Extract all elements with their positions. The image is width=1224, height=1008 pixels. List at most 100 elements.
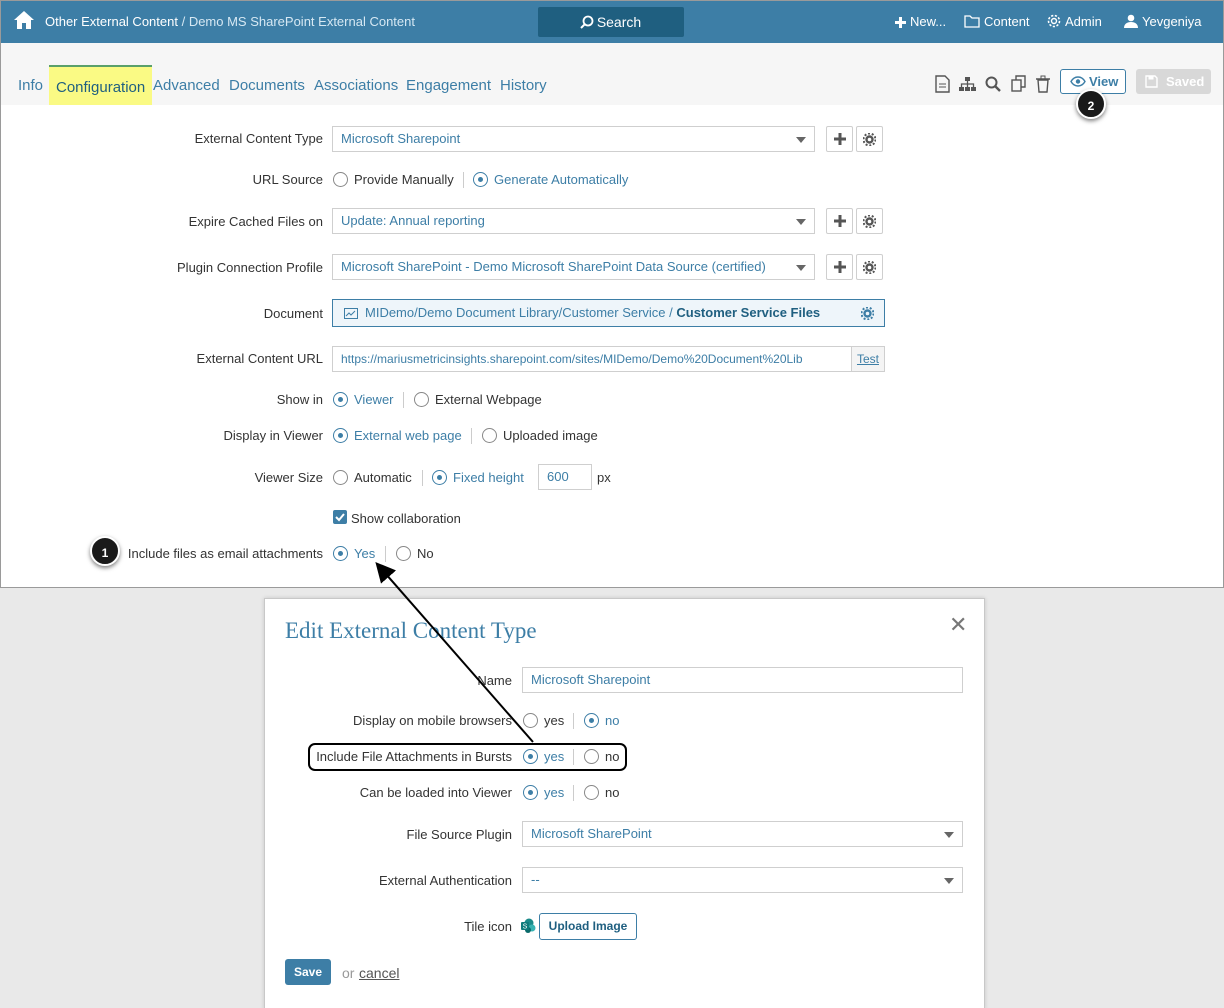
cancel-link[interactable]: cancel [359,965,399,981]
divider [403,392,404,408]
email-attachments-no-radio[interactable]: No [396,546,434,562]
tab-engagement[interactable]: Engagement [406,77,491,94]
bursts-yes-radio[interactable]: yes [523,749,564,765]
trash-icon[interactable] [1036,75,1050,93]
user-menu[interactable]: Yevgeniya [1124,14,1202,29]
saved-button[interactable]: Saved [1136,69,1211,94]
chevron-down-icon [944,878,954,884]
gear-icon [1047,14,1061,28]
expire-label: Expire Cached Files on [188,214,323,229]
document-name: Customer Service Files [676,305,821,320]
file-source-plugin-select[interactable]: Microsoft SharePoint [522,821,963,847]
display-uploaded-image-label: Uploaded image [503,428,598,443]
folder-icon [964,15,980,28]
search-icon[interactable] [985,75,1001,93]
admin-menu-label: Admin [1065,14,1102,29]
document-icon[interactable] [935,75,950,93]
home-icon[interactable] [13,10,35,30]
radio-icon [473,172,488,187]
mobile-browsers-no-label: no [605,713,620,728]
plugin-profile-settings-button[interactable] [856,254,883,280]
tab-info[interactable]: Info [18,77,43,94]
viewer-load-yes-radio[interactable]: yes [523,785,564,801]
display-uploaded-image-radio[interactable]: Uploaded image [482,428,598,444]
radio-icon [396,546,411,561]
mobile-browsers-no-radio[interactable]: no [584,713,619,729]
copy-icon[interactable] [1011,75,1027,93]
bursts-no-label: no [605,749,620,764]
save-button[interactable]: Save [285,959,331,985]
user-menu-label: Yevgeniya [1142,14,1202,29]
document-picker[interactable]: MIDemo/Demo Document Library/Customer Se… [332,299,885,327]
show-collaboration-checkbox[interactable] [333,510,347,524]
tab-associations[interactable]: Associations [314,77,398,94]
radio-icon [584,749,599,764]
add-content-type-button[interactable] [826,126,853,152]
tab-advanced[interactable]: Advanced [153,77,220,94]
radio-icon [432,470,447,485]
viewer-size-fixed-radio[interactable]: Fixed height [432,470,524,486]
close-icon[interactable]: ✕ [949,612,967,638]
tab-documents[interactable]: Documents [229,77,305,94]
radio-icon [333,392,348,407]
external-url-input[interactable]: https://mariusmetricinsights.sharepoint.… [332,346,885,372]
breadcrumb-separator: / [177,14,189,29]
gear-icon[interactable] [861,307,874,320]
chevron-down-icon [796,219,806,225]
url-source-auto-label: Generate Automatically [494,172,629,187]
content-type-settings-button[interactable] [856,126,883,152]
search-button[interactable]: Search [538,7,684,37]
tile-icon-label: Tile icon [464,919,512,934]
bursts-no-radio[interactable]: no [584,749,619,765]
edit-content-type-dialog [264,598,985,1008]
chevron-down-icon [796,265,806,271]
content-type-select[interactable]: Microsoft Sharepoint [332,126,815,152]
external-auth-value: -- [531,872,540,887]
bursts-yes-label: yes [544,749,565,764]
mobile-browsers-yes-label: yes [544,713,565,728]
hierarchy-icon[interactable] [959,75,976,93]
plus-icon [833,215,846,227]
modal-name-input[interactable]: Microsoft Sharepoint [522,667,963,693]
show-in-viewer-radio[interactable]: Viewer [333,392,394,408]
external-auth-select[interactable]: -- [522,867,963,893]
add-expire-button[interactable] [826,208,853,234]
viewer-size-automatic-radio[interactable]: Automatic [333,470,412,486]
content-menu[interactable]: Content [964,14,1030,29]
chart-icon [344,308,358,319]
mobile-browsers-yes-radio[interactable]: yes [523,713,564,729]
new-menu[interactable]: New... [895,14,946,29]
step-marker-1: 1 [90,536,120,566]
url-source-label: URL Source [252,172,323,187]
viewer-load-no-radio[interactable]: no [584,785,619,801]
show-in-webpage-radio[interactable]: External Webpage [414,392,542,408]
email-attachments-yes-radio[interactable]: Yes [333,546,375,562]
mobile-browsers-label: Display on mobile browsers [353,713,512,728]
content-menu-label: Content [984,14,1030,29]
display-web-page-radio[interactable]: External web page [333,428,462,444]
radio-icon [414,392,429,407]
gear-icon [862,132,877,147]
bursts-label: Include File Attachments in Bursts [316,749,512,764]
plus-icon [833,261,846,273]
test-url-link[interactable]: Test [851,347,884,371]
radio-icon [523,749,538,764]
tab-bar: Info Configuration Advanced Documents As… [1,43,1223,105]
admin-menu[interactable]: Admin [1047,14,1102,29]
viewer-size-automatic-label: Automatic [354,470,412,485]
upload-image-button[interactable]: Upload Image [539,913,637,940]
tab-configuration[interactable]: Configuration [49,65,153,105]
view-button-label: View [1089,74,1119,89]
plugin-profile-select[interactable]: Microsoft SharePoint - Demo Microsoft Sh… [332,254,815,280]
expire-select[interactable]: Update: Annual reporting [332,208,815,234]
add-plugin-profile-button[interactable] [826,254,853,280]
user-icon [1124,14,1138,28]
url-source-auto-radio[interactable]: Generate Automatically [473,172,628,188]
viewer-height-input[interactable]: 600 [538,464,592,490]
url-source-manual-radio[interactable]: Provide Manually [333,172,454,188]
breadcrumb-root[interactable]: Other External Content [45,14,178,29]
divider [573,749,574,765]
expire-settings-button[interactable] [856,208,883,234]
tab-history[interactable]: History [500,77,547,94]
radio-icon [333,172,348,187]
